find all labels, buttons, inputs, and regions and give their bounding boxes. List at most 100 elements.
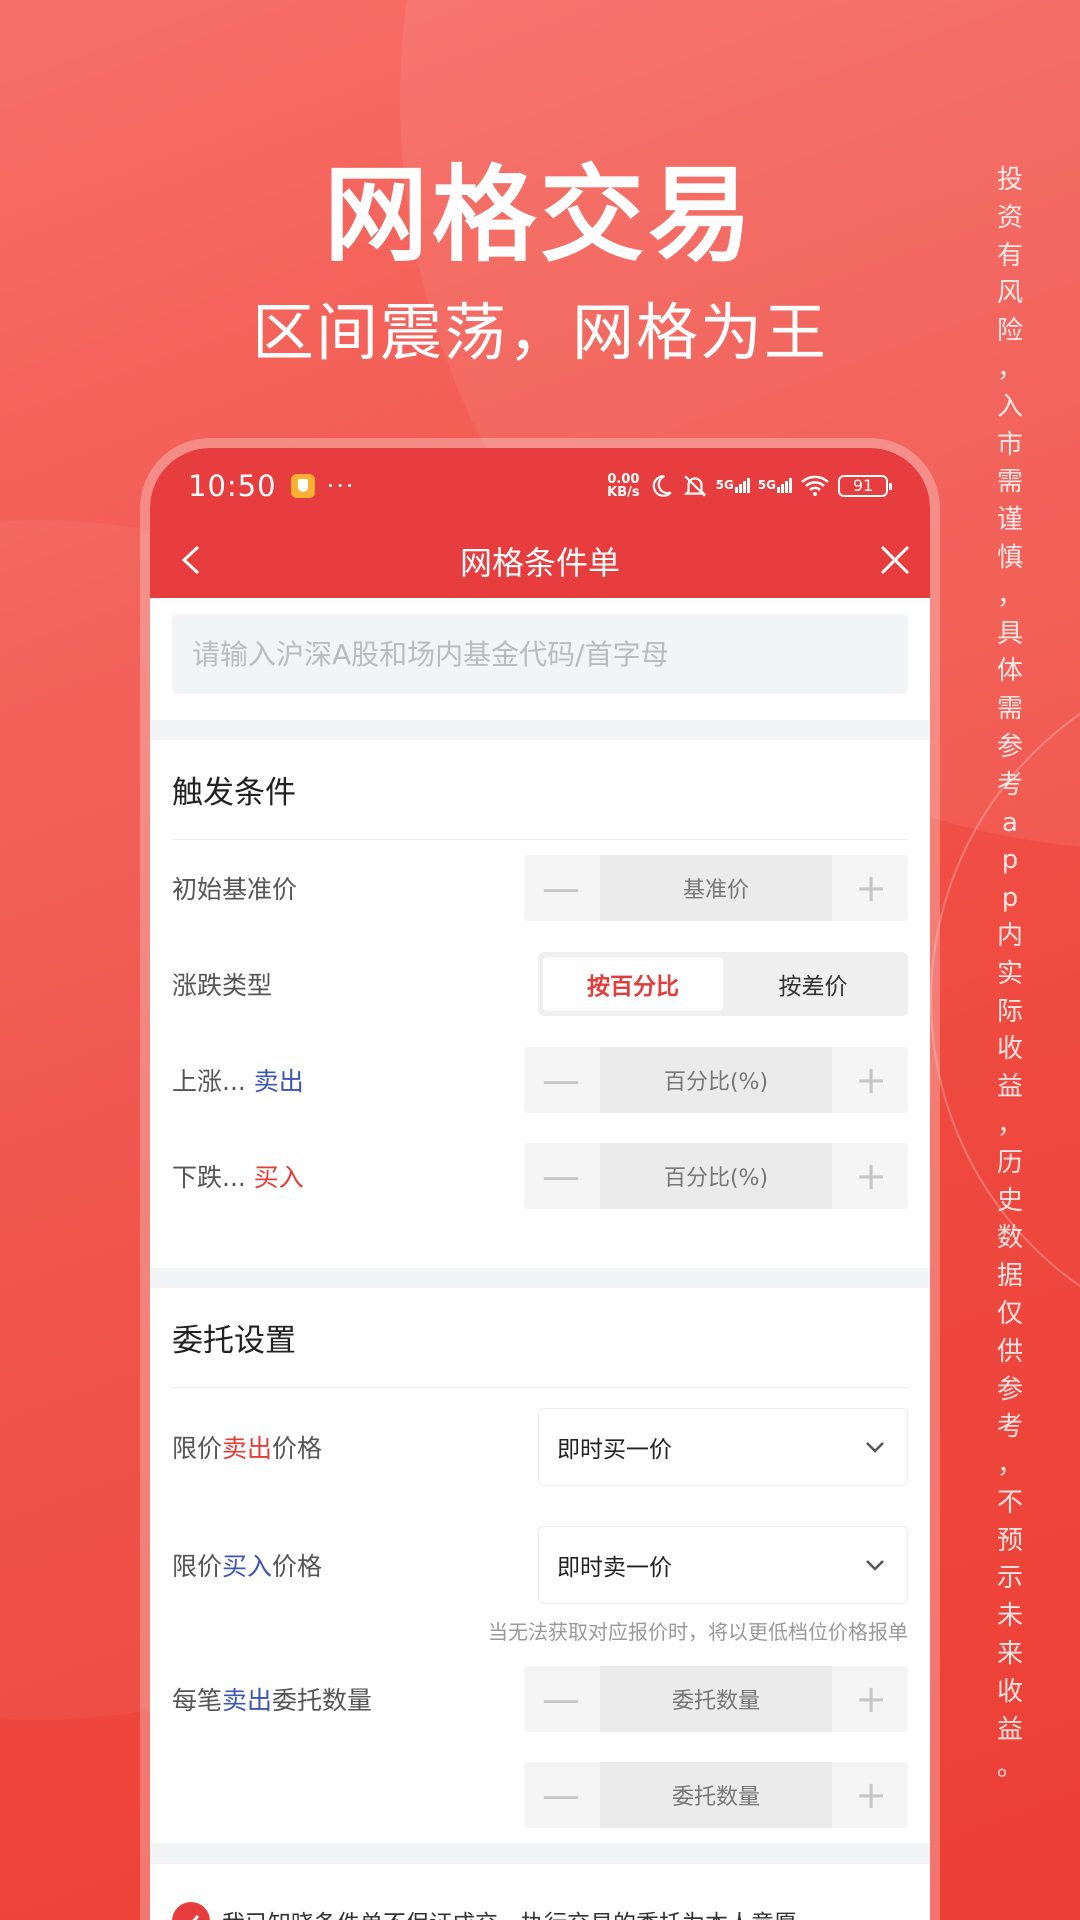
disclaimer-char: 益 (996, 1072, 1023, 1103)
close-icon[interactable] (872, 537, 918, 583)
signal-5g-2-icon: 5G (758, 478, 792, 493)
change-type-label: 涨跌类型 (172, 971, 273, 1000)
base-price-row: 初始基准价 — 基准价 + (172, 840, 908, 936)
disclaimer-char: ， (996, 1109, 1023, 1140)
page-title: 网格条件单 (459, 543, 620, 582)
risk-disclaimer: 投资有风险，入市需谨慎，具体需参考 a p p 内实际收益，历史数据仅供参考，不预示未来… (990, 162, 1030, 1787)
rise-label: 上涨... 卖出 (172, 1067, 304, 1096)
disclaimer-char: 需 (996, 467, 1023, 498)
disclaimer-char: 来 (996, 1639, 1023, 1670)
disclaimer-char: 史 (996, 1185, 1023, 1216)
agreement-checkbox[interactable] (172, 1902, 210, 1920)
disclaimer-char: 据 (996, 1261, 1023, 1292)
disclaimer-char: ， (996, 580, 1023, 611)
status-time: 10:50 (188, 468, 277, 503)
base-price-input[interactable]: 基准价 (600, 855, 832, 921)
plus-button[interactable]: + (834, 855, 908, 921)
rise-percent-input[interactable]: 百分比(%) (600, 1047, 832, 1113)
buy-qty-stepper: — 委托数量 + (524, 1762, 908, 1828)
sell-price-row: 限价卖出价格 即时买一价 (172, 1388, 908, 1506)
net-speed: 0.00 KB/s (607, 471, 640, 500)
order-section: 委托设置 限价卖出价格 即时买一价 限价买入价格 即时卖一价 当无法获取对应报价… (150, 1288, 930, 1843)
moon-icon (652, 474, 672, 497)
sell-price-select[interactable]: 即时买一价 (538, 1408, 908, 1486)
disclaimer-char: 需 (996, 694, 1023, 725)
nav-bar: 网格条件单 (150, 523, 930, 598)
stock-search-input[interactable] (172, 614, 908, 694)
bell-muted-icon (683, 474, 706, 497)
agreement-text: 我已知晓条件单不保证成交，执行交易的委托为本人意愿 (222, 1904, 797, 1920)
disclaimer-char: 资 (996, 202, 1023, 233)
disclaimer-char: 。 (996, 1752, 1023, 1783)
disclaimer-char: 风 (996, 278, 1023, 309)
trigger-section-title: 触发条件 (172, 740, 908, 840)
disclaimer-char: 益 (996, 1714, 1023, 1745)
disclaimer-char: 体 (996, 656, 1023, 687)
disclaimer-char: 实 (996, 958, 1023, 989)
base-price-stepper: — 基准价 + (524, 855, 908, 921)
minus-button[interactable]: — (524, 1762, 598, 1828)
disclaimer-char: 考 (996, 769, 1023, 800)
disclaimer-char: 收 (996, 1034, 1023, 1065)
change-type-toggle: 按百分比 按差价 (538, 952, 908, 1016)
fall-label: 下跌... 买入 (172, 1163, 304, 1192)
sell-price-label: 限价卖出价格 (172, 1434, 323, 1463)
agreement-footer: 我已知晓条件单不保证成交，执行交易的委托为本人意愿 (150, 1863, 930, 1920)
disclaimer-char: ， (996, 1450, 1023, 1481)
buy-price-label: 限价买入价格 (172, 1552, 323, 1581)
buy-qty-input[interactable]: 委托数量 (600, 1762, 832, 1828)
rise-percent-stepper: — 百分比(%) + (524, 1047, 908, 1113)
sell-qty-label: 每笔卖出委托数量 (172, 1686, 373, 1715)
plus-button[interactable]: + (834, 1047, 908, 1113)
sell-qty-stepper: — 委托数量 + (524, 1666, 908, 1732)
more-notifications-icon: ··· (326, 471, 356, 500)
disclaimer-char: 历 (996, 1147, 1023, 1178)
disclaimer-char: 收 (996, 1676, 1023, 1707)
chevron-down-icon (866, 1560, 884, 1571)
order-section-title: 委托设置 (172, 1288, 908, 1388)
disclaimer-char: 具 (996, 618, 1023, 649)
rise-row: 上涨... 卖出 — 百分比(%) + (172, 1032, 908, 1128)
fall-percent-input[interactable]: 百分比(%) (600, 1143, 832, 1209)
plus-button[interactable]: + (834, 1666, 908, 1732)
hero-title: 网格交易 (323, 154, 756, 276)
back-arrow-icon[interactable] (170, 537, 216, 583)
shield-badge-icon (290, 473, 315, 498)
battery-icon: 91 (838, 474, 892, 497)
disclaimer-char: 未 (996, 1601, 1023, 1632)
disclaimer-char: ， (996, 353, 1023, 384)
disclaimer-char: 预 (996, 1525, 1023, 1556)
disclaimer-char: 投 (996, 165, 1023, 195)
fall-percent-stepper: — 百分比(%) + (524, 1143, 908, 1209)
disclaimer-char: 供 (996, 1336, 1023, 1367)
price-hint: 当无法获取对应报价时，将以更低档位价格报单 (488, 1620, 908, 1644)
hero-subtitle: 区间震荡，网格为王 (251, 296, 828, 369)
trigger-section: 触发条件 初始基准价 — 基准价 + 涨跌类型 按百分比 按差价 上涨... 卖… (150, 740, 930, 1268)
disclaimer-char: 不 (996, 1487, 1023, 1518)
plus-button[interactable]: + (834, 1762, 908, 1828)
base-price-label: 初始基准价 (172, 875, 298, 904)
disclaimer-char: 有 (996, 240, 1023, 271)
buy-qty-row: — 委托数量 + (172, 1747, 908, 1843)
phone-screen: 10:50 ··· 0.00 KB/s 5G 5G 91 网格条件单 请输入沪深… (150, 448, 930, 1920)
buy-price-select[interactable]: 即时卖一价 (538, 1526, 908, 1604)
disclaimer-char: 数 (996, 1223, 1023, 1254)
disclaimer-char: a (1002, 807, 1018, 838)
minus-button[interactable]: — (524, 1666, 598, 1732)
fall-row: 下跌... 买入 — 百分比(%) + (172, 1128, 908, 1224)
chevron-down-icon (866, 1442, 884, 1453)
wifi-icon (801, 475, 829, 496)
option-difference[interactable]: 按差价 (723, 957, 903, 1011)
minus-button[interactable]: — (524, 1143, 598, 1209)
disclaimer-char: 参 (996, 1374, 1023, 1405)
disclaimer-char: 市 (996, 429, 1023, 460)
minus-button[interactable]: — (524, 1047, 598, 1113)
checkmark-icon (185, 1914, 200, 1920)
plus-button[interactable]: + (834, 1143, 908, 1209)
minus-button[interactable]: — (524, 855, 598, 921)
disclaimer-char: p (1001, 883, 1019, 914)
signal-5g-icon: 5G (716, 478, 750, 493)
sell-qty-input[interactable]: 委托数量 (600, 1666, 832, 1732)
option-percent[interactable]: 按百分比 (543, 957, 723, 1011)
sell-qty-row: 每笔卖出委托数量 — 委托数量 + (172, 1651, 908, 1747)
